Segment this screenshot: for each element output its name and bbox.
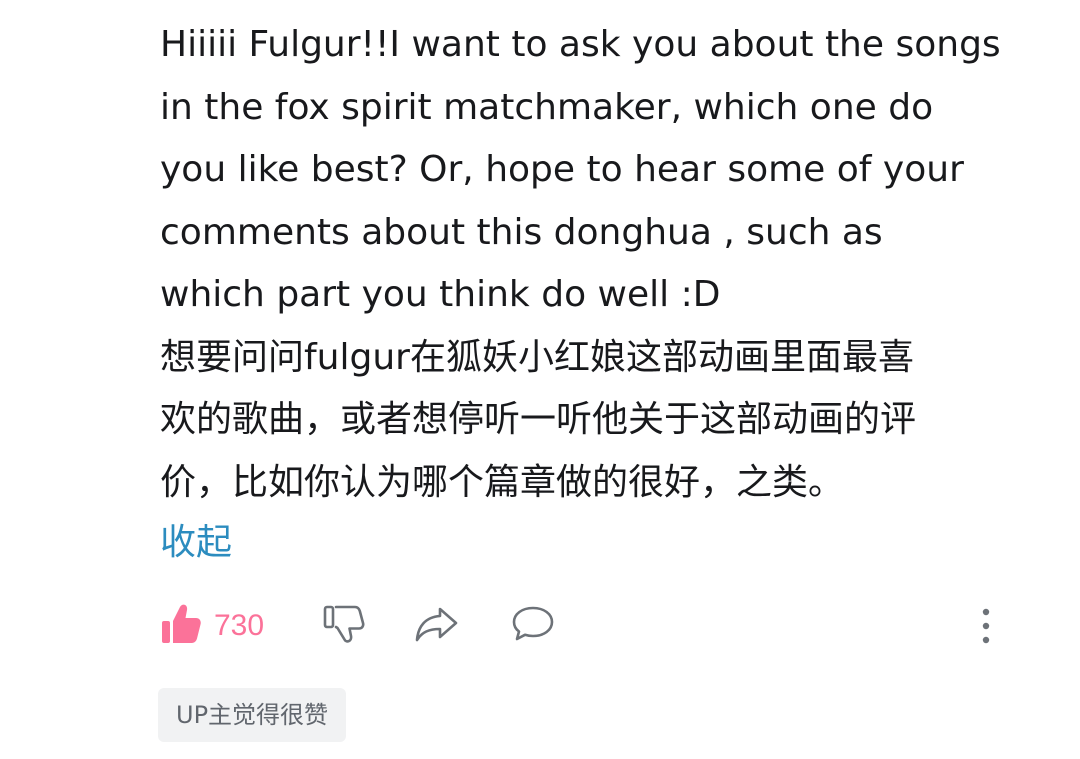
comment-actions: 730 — [160, 598, 1000, 654]
more-vertical-icon — [972, 602, 996, 650]
comment-line: 想要问问fulgur在狐妖小红娘这部动画里面最喜 — [160, 336, 914, 378]
more-options-button[interactable] — [972, 598, 996, 654]
comment-line: comments about this donghua , such as — [160, 211, 883, 253]
up-liked-badge: UP主觉得很赞 — [158, 688, 347, 742]
comment-text: Hiiiii Fulgur!!I want to ask you about t… — [160, 14, 1060, 514]
share-arrow-icon — [414, 602, 460, 650]
comment-line: 欢的歌曲，或者想停听一听他关于这部动画的评 — [160, 399, 917, 440]
comment-line: you like best? Or, hope to hear some of … — [160, 149, 964, 190]
comment-body: Hiiiii Fulgur!!I want to ask you about t… — [160, 14, 1060, 514]
comment-line: Hiiiii Fulgur!!I want to ask you about t… — [160, 24, 1001, 65]
speech-bubble-icon — [510, 602, 556, 650]
reply-button[interactable] — [510, 598, 556, 654]
thumbs-down-icon — [322, 602, 366, 650]
comment-line: 价，比如你认为哪个篇章做的很好，之类。 — [160, 461, 845, 503]
share-button[interactable] — [414, 598, 460, 654]
thumbs-up-icon — [160, 603, 202, 649]
like-button[interactable]: 730 — [160, 598, 264, 654]
like-count: 730 — [214, 609, 265, 642]
comment-line: in the fox spirit matchmaker, which one … — [160, 86, 934, 128]
collapse-link[interactable]: 收起 — [160, 512, 232, 574]
comment-line: which part you think do well :D — [160, 274, 721, 315]
dislike-button[interactable] — [322, 598, 366, 654]
